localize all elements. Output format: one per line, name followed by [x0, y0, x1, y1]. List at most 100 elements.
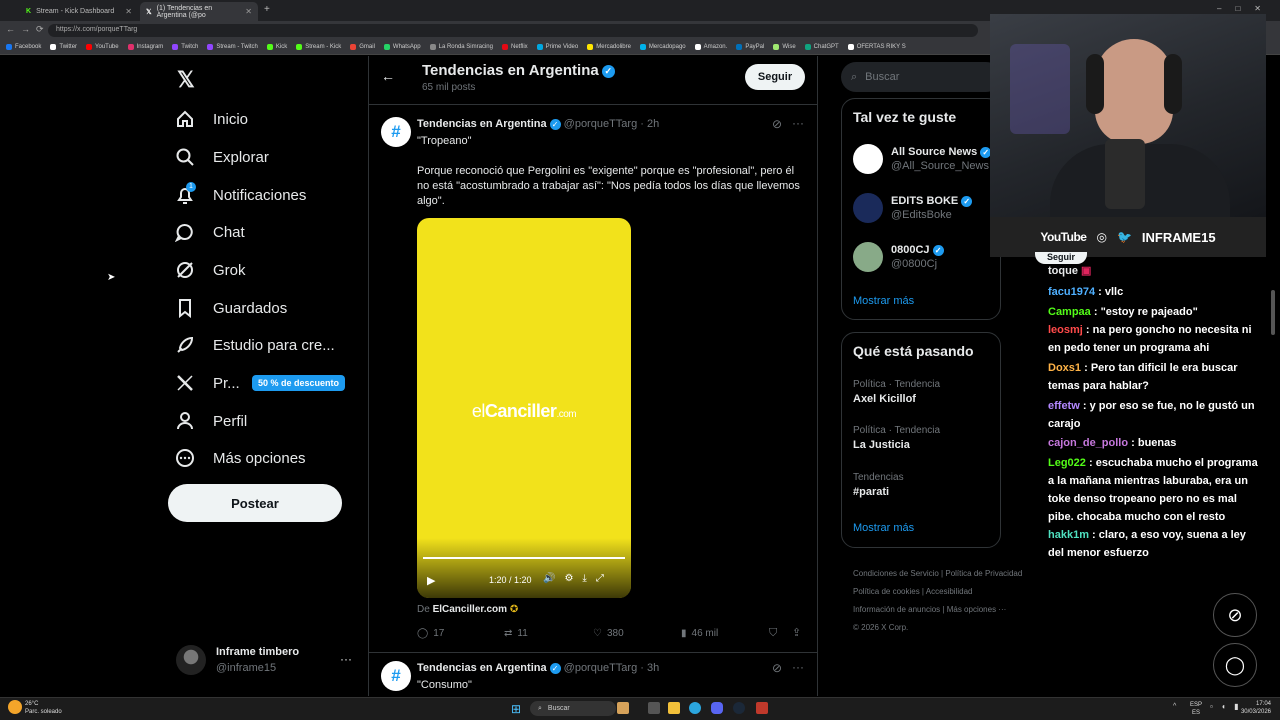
tweet-author-handle[interactable]: @porqueTTarg	[564, 662, 638, 674]
footer-link[interactable]: Más opciones ···	[947, 605, 1007, 614]
premium-promo-badge[interactable]: 50 % de descuento	[252, 375, 346, 391]
suggestion-item[interactable]: 0800CJ ✓ @0800Cj	[853, 242, 944, 272]
weather-widget[interactable]: 26°C Parc. soleado	[25, 700, 62, 716]
bookmark-item[interactable]: ChatGPT	[804, 44, 839, 50]
grok-icon[interactable]: ⊘	[772, 661, 782, 675]
footer-link[interactable]: Política de cookies	[853, 587, 920, 596]
bookmark-icon[interactable]: ⛉	[769, 627, 777, 640]
more-dots-icon[interactable]: ···	[792, 116, 804, 130]
search-input[interactable]: ⌕ Buscar	[841, 62, 1001, 92]
chat-username[interactable]: hakk1m	[1048, 529, 1089, 541]
file-explorer-icon[interactable]	[668, 702, 680, 714]
messages-float-button[interactable]: ◯	[1213, 643, 1257, 687]
media-source[interactable]: De ElCanciller.com ✪	[417, 604, 518, 615]
taskbar-widget-icon[interactable]	[617, 702, 629, 714]
avatar[interactable]	[176, 645, 206, 675]
follow-button-partial[interactable]: Seguir	[1035, 252, 1087, 264]
video-progress-track[interactable]	[423, 557, 625, 559]
more-dots-icon[interactable]: ···	[792, 660, 804, 674]
bookmark-item[interactable]: Prime Video	[536, 44, 578, 50]
back-arrow-icon[interactable]: ←	[381, 68, 395, 84]
chat-username[interactable]: Leg022	[1048, 457, 1086, 469]
bookmark-item[interactable]: Wise	[773, 44, 796, 50]
task-view-icon[interactable]	[648, 702, 660, 714]
post-button[interactable]: Postear	[168, 484, 342, 522]
views-button[interactable]: ▮ 46 mil	[681, 628, 718, 639]
grok-float-button[interactable]: ⊘	[1213, 593, 1257, 637]
x-logo-icon[interactable]: 𝕏	[177, 67, 195, 93]
chat-username[interactable]: Campaa	[1048, 306, 1091, 318]
suggestion-item[interactable]: All Source News ✓ @All_Source_News	[853, 144, 992, 174]
sidebar-item-estudio-para-cre[interactable]: Estudio para cre...	[175, 330, 335, 360]
reply-button[interactable]: ◯ 17	[417, 628, 444, 639]
footer-link[interactable]: Condiciones de Servicio	[853, 569, 939, 578]
hash-avatar-icon[interactable]: #	[381, 117, 411, 147]
browser-tab-active[interactable]: 𝕏 (1) Tendencias en Argentina (@po ✕	[140, 2, 258, 21]
trend-item[interactable]: Tendencias #parati	[853, 472, 904, 498]
bookmark-item[interactable]: Mercadolibre	[587, 44, 631, 50]
sidebar-item-perfil[interactable]: Perfil	[175, 406, 247, 436]
play-icon[interactable]: ▶	[427, 574, 435, 587]
sidebar-item-pr[interactable]: Pr...	[175, 368, 240, 398]
footer-link[interactable]: Información de anuncios	[853, 605, 940, 614]
bookmark-item[interactable]: Twitter	[50, 44, 77, 50]
bookmark-item[interactable]: Gmail	[350, 44, 375, 50]
video-tool-icons[interactable]: 🔊⚙⤓⤢	[543, 573, 613, 584]
discord-icon[interactable]	[711, 702, 723, 714]
chat-username[interactable]: effetw	[1048, 400, 1080, 412]
windows-start-icon[interactable]: ⊞	[511, 702, 521, 716]
bookmark-item[interactable]: Amazon.	[694, 44, 727, 50]
bookmark-item[interactable]: Mercadopago	[639, 44, 686, 50]
nav-arrows-icon[interactable]: ←→⟳	[6, 24, 50, 35]
tweet-time[interactable]: 3h	[647, 662, 659, 674]
tweet-author-name[interactable]: Tendencias en Argentina	[417, 118, 547, 130]
taskbar-search[interactable]: ⌕ Buscar	[530, 701, 616, 716]
sidebar-item-inicio[interactable]: Inicio	[175, 104, 248, 134]
like-button[interactable]: ♡ 380	[593, 628, 624, 639]
language-indicator[interactable]: ESP ES	[1190, 701, 1202, 717]
close-icon[interactable]: ✕	[245, 7, 252, 16]
browser-tab[interactable]: K Stream - Kick Dashboard ✕	[20, 2, 138, 21]
sidebar-item-notificaciones[interactable]: 1 Notificaciones	[175, 180, 306, 210]
edge-icon[interactable]	[689, 702, 701, 714]
bookmark-item[interactable]: Stream - Kick	[296, 44, 341, 50]
bookmark-item[interactable]: Facebook	[6, 44, 41, 50]
tray-chevron-icon[interactable]: ^	[1173, 703, 1176, 710]
bookmark-item[interactable]: Twitch	[172, 44, 198, 50]
sidebar-item-chat[interactable]: Chat	[175, 217, 245, 247]
chat-username[interactable]: Doxs1	[1048, 362, 1081, 374]
app-icon[interactable]	[756, 702, 768, 714]
clock[interactable]: 17:04 30/03/2026	[1237, 700, 1271, 716]
show-more-link[interactable]: Mostrar más	[853, 522, 914, 534]
tweet-author-handle[interactable]: @porqueTTarg	[564, 118, 638, 130]
close-icon[interactable]: ✕	[125, 7, 132, 16]
share-icon[interactable]: ⇪	[792, 626, 801, 639]
follow-button[interactable]: Seguir	[745, 64, 805, 90]
bookmark-item[interactable]: Kick	[266, 44, 287, 50]
source-name[interactable]: ElCanciller.com	[433, 604, 507, 615]
sidebar-item-guardados[interactable]: Guardados	[175, 293, 287, 323]
footer-link[interactable]: Política de Privacidad	[945, 569, 1022, 578]
url-bar[interactable]: https://x.com/porqueTTarg	[48, 24, 978, 37]
steam-icon[interactable]	[733, 702, 745, 714]
tweet-time[interactable]: 2h	[647, 118, 659, 130]
bookmark-item[interactable]: Netflix	[501, 44, 528, 50]
sidebar-item-explorar[interactable]: Explorar	[175, 142, 269, 172]
hash-avatar-icon[interactable]: #	[381, 661, 411, 691]
weather-icon[interactable]	[8, 700, 22, 714]
window-controls-icon[interactable]: –□✕	[1217, 4, 1275, 13]
sidebar-item-grok[interactable]: Grok	[175, 255, 246, 285]
show-more-link[interactable]: Mostrar más	[853, 295, 914, 307]
trend-item[interactable]: Política · Tendencia La Justicia	[853, 425, 940, 451]
bookmark-item[interactable]: YouTube	[86, 44, 119, 50]
sidebar-item-más-opciones[interactable]: Más opciones	[175, 443, 306, 473]
trend-item[interactable]: Política · Tendencia Axel Kicillof	[853, 379, 940, 405]
grok-icon[interactable]: ⊘	[772, 117, 782, 131]
chat-username[interactable]: facu1974	[1048, 286, 1095, 298]
footer-link[interactable]: Accesibilidad	[926, 587, 973, 596]
scrollbar-thumb[interactable]	[1271, 290, 1275, 335]
tweet-author-name[interactable]: Tendencias en Argentina	[417, 662, 547, 674]
more-dots-icon[interactable]: ···	[340, 652, 352, 666]
bookmark-item[interactable]: OFERTAS RIKY S	[847, 44, 906, 50]
repost-button[interactable]: ⇄ 11	[504, 628, 528, 639]
